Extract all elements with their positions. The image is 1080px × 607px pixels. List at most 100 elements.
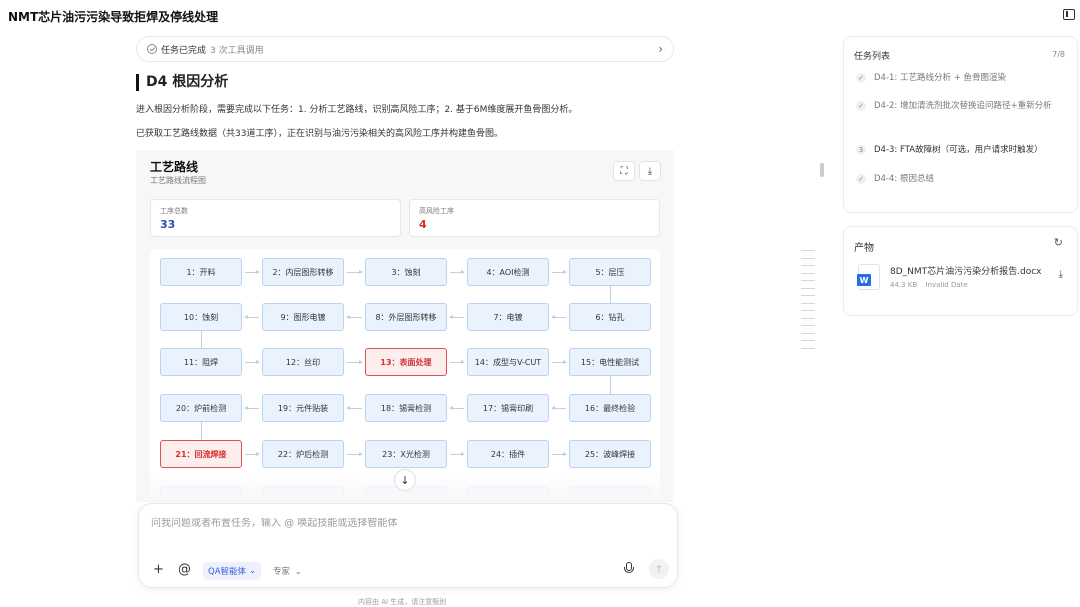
outline-tick[interactable] — [801, 317, 815, 319]
flow-title: 工艺路线 — [150, 160, 199, 174]
process-step-node[interactable]: 7：电镀 — [467, 303, 549, 331]
outline-tick[interactable] — [801, 250, 815, 251]
chevron-right-icon[interactable]: › — [658, 42, 663, 56]
process-step-node[interactable]: 10：蚀刻 — [160, 303, 242, 331]
flow-connector — [201, 331, 202, 348]
paragraph-status: 已获取工艺路线数据（共33道工序），正在识别与油污污染相关的高风险工序并构建鱼骨… — [136, 129, 503, 139]
outline-tick[interactable] — [801, 302, 815, 304]
task-list-panel: 任务列表 7/8 ✓ D4-1: 工艺路线分析 + 鱼骨图渲染 ✓ D4-2: … — [843, 36, 1078, 213]
task-item[interactable]: 3 D4-3: FTA故障树（可选，用户请求时触发） — [856, 143, 1071, 158]
outline-tick[interactable] — [801, 272, 815, 274]
process-step-node[interactable]: 4：AOI检测 — [467, 258, 549, 286]
process-step-node[interactable]: 13：表面处理 — [365, 348, 447, 376]
process-step-node[interactable]: 21：回流焊接 — [160, 440, 242, 468]
flow-connector — [201, 422, 202, 440]
process-step-node[interactable]: 8：外层图形转移 — [365, 303, 447, 331]
process-step-node[interactable]: 2：内层图形转移 — [262, 258, 344, 286]
expert-selector[interactable]: 专家 ⌄ — [273, 565, 302, 577]
scrollbar-thumb[interactable] — [820, 163, 824, 177]
paragraph-tasks: 进入根因分析阶段，需要完成以下任务：1. 分析工艺路线，识别高风险工序；2. 基… — [136, 105, 578, 115]
scroll-down-button[interactable]: ↓ — [394, 469, 416, 491]
outline-tick[interactable] — [801, 265, 815, 266]
outline-tick[interactable] — [801, 332, 815, 334]
at-icon[interactable]: @ — [178, 562, 191, 577]
flow-connector — [450, 270, 465, 274]
process-step-node[interactable]: 20：炉前检测 — [160, 394, 242, 422]
file-name[interactable]: 8D_NMT芯片油污污染分析报告.docx — [890, 264, 1042, 277]
message-input[interactable] — [151, 518, 651, 529]
outline-tick[interactable] — [801, 257, 815, 259]
send-button[interactable]: ↑ — [649, 559, 669, 579]
flow-connector — [245, 452, 260, 456]
stat-label: 高风险工序 — [419, 207, 454, 215]
outline-tick[interactable] — [801, 325, 815, 326]
process-step-node[interactable]: 19：元件贴装 — [262, 394, 344, 422]
microphone-icon[interactable] — [624, 562, 634, 576]
outline-tick[interactable] — [801, 295, 815, 296]
chevron-down-icon: ⌄ — [249, 566, 257, 576]
step-number-badge: 3 — [856, 145, 866, 155]
process-step-node[interactable]: 5：层压 — [569, 258, 651, 286]
file-date: Invalid Date — [925, 281, 968, 289]
refresh-icon[interactable]: ↻ — [1054, 236, 1063, 249]
stat-value: 4 — [419, 218, 427, 231]
flow-connector — [450, 360, 465, 364]
artifacts-panel: 产物 ↻ W 8D_NMT芯片油污污染分析报告.docx 44.3 KB Inv… — [843, 226, 1078, 316]
tool-call-count: 3 次工具调用 — [210, 45, 264, 56]
agent-selector[interactable]: QA智能体 ⌄ — [203, 562, 262, 580]
flow-connector — [244, 406, 259, 410]
word-icon: W — [857, 264, 880, 290]
outline-tick[interactable] — [801, 347, 815, 349]
process-step-node[interactable]: 14：成型与V-CUT — [467, 348, 549, 376]
download-icon[interactable]: ⤓ — [1059, 269, 1063, 280]
expert-label: 专家 — [273, 567, 291, 577]
process-step-node[interactable]: 11：阻焊 — [160, 348, 242, 376]
flow-connector — [551, 406, 566, 410]
composer: + @ QA智能体 ⌄ 专家 ⌄ ↑ — [138, 503, 678, 588]
task-item[interactable]: ✓ D4-1: 工艺路线分析 + 鱼骨图渲染 — [856, 71, 1061, 86]
process-step-node[interactable]: 9：图形电镀 — [262, 303, 344, 331]
process-step-node[interactable]: 24：插件 — [467, 440, 549, 468]
fullscreen-icon[interactable]: ⛶ — [613, 161, 635, 181]
process-step-node[interactable]: 1：开料 — [160, 258, 242, 286]
process-step-node[interactable]: 6：钻孔 — [569, 303, 651, 331]
task-status-bar[interactable]: 任务已完成 3 次工具调用 › — [136, 36, 674, 62]
check-icon: ✓ — [856, 101, 866, 111]
task-progress: 7/8 — [1052, 50, 1065, 59]
process-step-node[interactable]: 22：炉后检测 — [262, 440, 344, 468]
task-text: D4-2: 增加清洗剂批次替换追问路径+重新分析 — [874, 101, 1052, 111]
check-circle-icon — [147, 44, 157, 54]
flow-connector — [552, 270, 567, 274]
process-step-node[interactable]: 25：波峰焊接 — [569, 440, 651, 468]
stat-label: 工序总数 — [160, 207, 188, 215]
download-icon[interactable]: ⤓ — [639, 161, 661, 181]
process-step-node[interactable]: 3：蚀刻 — [365, 258, 447, 286]
flow-connector — [552, 452, 567, 456]
flow-connector — [610, 376, 611, 394]
flow-connector — [610, 286, 611, 303]
outline-tick[interactable] — [801, 310, 815, 311]
stat-total-steps: 工序总数 33 — [150, 199, 401, 237]
flow-connector — [245, 270, 260, 274]
flow-connector — [347, 360, 363, 364]
file-meta: 44.3 KB Invalid Date — [890, 281, 968, 289]
process-step-node[interactable]: 18：锡膏检测 — [365, 394, 447, 422]
outline-ticks[interactable] — [801, 250, 815, 355]
flow-connector — [244, 315, 259, 319]
process-step-node[interactable]: 16：最终检验 — [569, 394, 651, 422]
process-step-node[interactable]: 12：丝印 — [262, 348, 344, 376]
outline-tick[interactable] — [801, 280, 815, 281]
process-step-node[interactable]: 17：锡膏印刷 — [467, 394, 549, 422]
flow-connector — [551, 315, 566, 319]
outline-tick[interactable] — [801, 287, 815, 289]
task-item[interactable]: ✓ D4-4: 根因总结 — [856, 172, 1061, 187]
flow-connector — [450, 452, 465, 456]
flow-connector — [346, 315, 362, 319]
task-item[interactable]: ✓ D4-2: 增加清洗剂批次替换追问路径+重新分析 — [856, 99, 1061, 114]
sidebar-toggle-icon[interactable] — [1063, 9, 1075, 20]
outline-tick[interactable] — [801, 340, 815, 341]
process-step-node[interactable]: 23：X光检测 — [365, 440, 447, 468]
plus-icon[interactable]: + — [153, 562, 164, 577]
task-status-label: 任务已完成 — [161, 45, 207, 56]
process-step-node[interactable]: 15：电性能测试 — [569, 348, 651, 376]
